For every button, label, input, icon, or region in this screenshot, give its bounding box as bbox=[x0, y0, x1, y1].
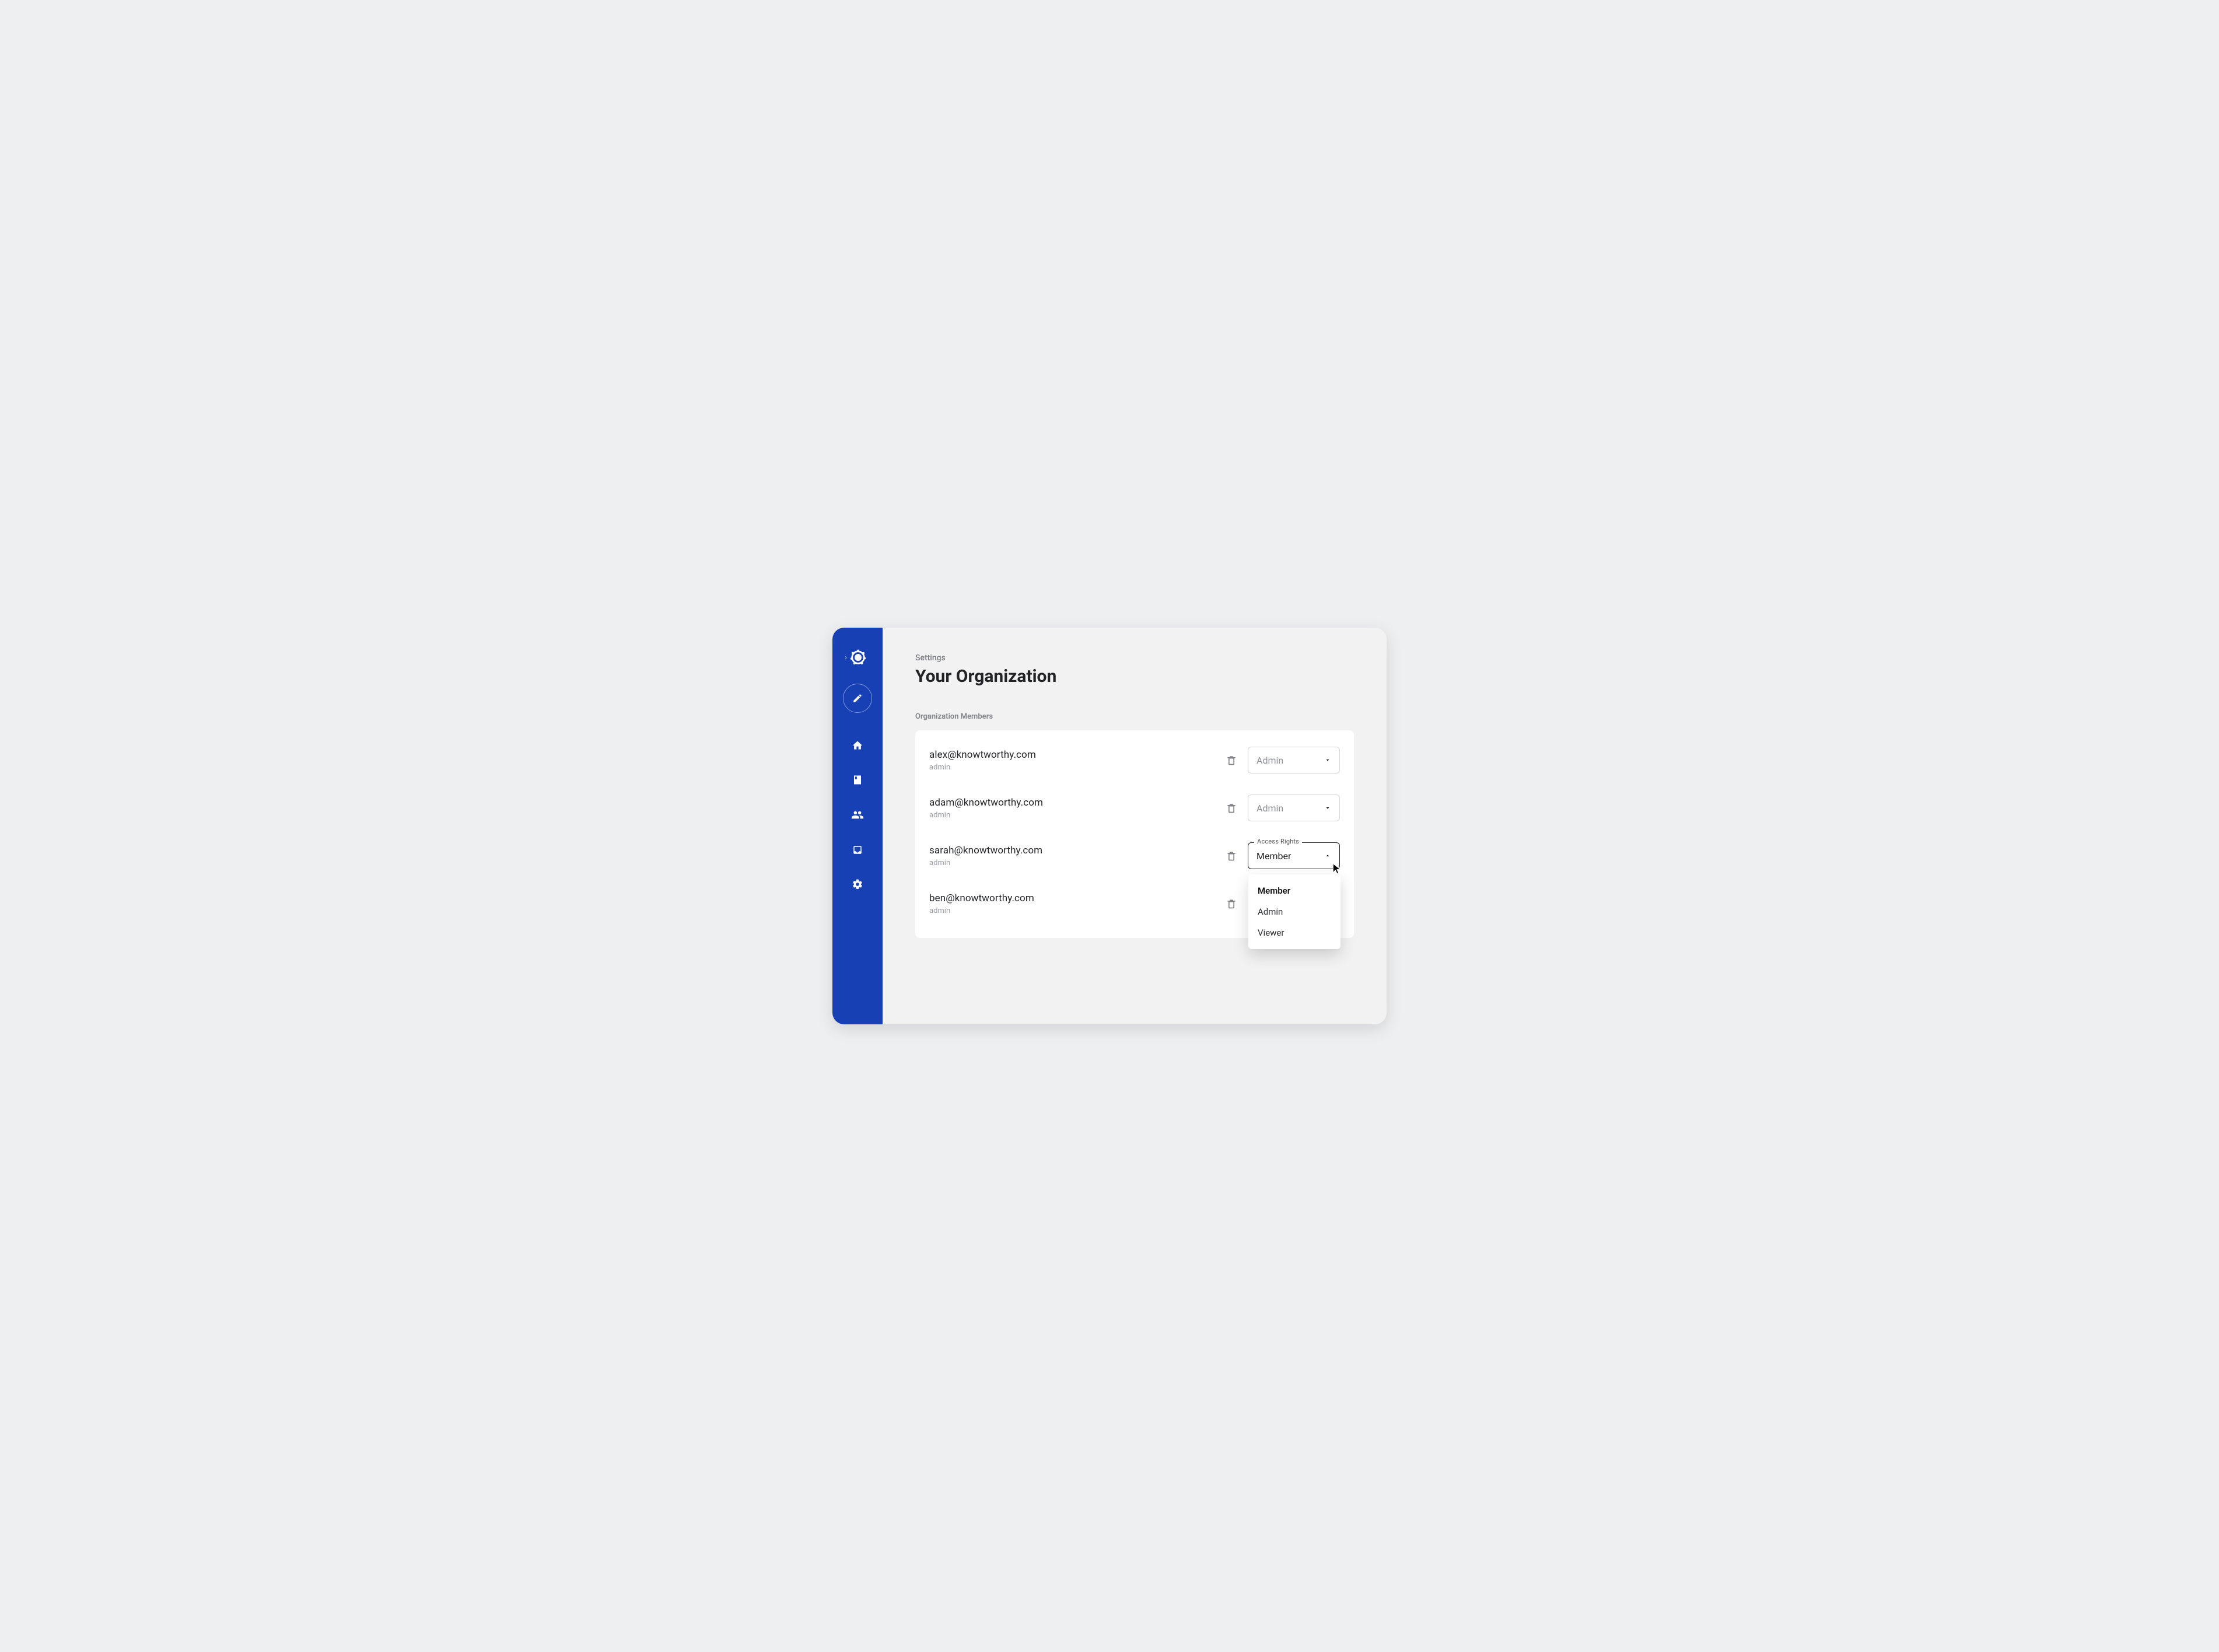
delete-member-button[interactable] bbox=[1223, 848, 1240, 864]
trash-icon bbox=[1226, 754, 1237, 766]
member-email: sarah@knowtworthy.com bbox=[929, 845, 1215, 856]
sidebar: › bbox=[832, 628, 883, 1024]
people-icon bbox=[851, 808, 864, 821]
dropdown-option[interactable]: Viewer bbox=[1248, 922, 1340, 943]
select-floating-label: Access Rights bbox=[1254, 838, 1302, 845]
trash-icon bbox=[1226, 850, 1237, 862]
sidebar-logo[interactable]: › bbox=[848, 649, 867, 666]
delete-member-button[interactable] bbox=[1223, 800, 1240, 816]
member-row: adam@knowtworthy.com admin Admin bbox=[929, 784, 1340, 832]
member-email: ben@knowtworthy.com bbox=[929, 892, 1215, 904]
member-subrole: admin bbox=[929, 811, 1215, 820]
inbox-icon bbox=[852, 845, 863, 855]
trash-icon bbox=[1226, 802, 1237, 814]
dropdown-option[interactable]: Admin bbox=[1248, 901, 1340, 922]
chevron-down-icon bbox=[1324, 757, 1331, 764]
gear-icon bbox=[852, 878, 863, 890]
chevron-up-icon bbox=[1324, 852, 1331, 859]
trash-icon bbox=[1226, 898, 1237, 909]
sidebar-item-notes[interactable] bbox=[852, 775, 863, 785]
sidebar-item-inbox[interactable] bbox=[852, 845, 863, 855]
delete-member-button[interactable] bbox=[1223, 752, 1240, 768]
delete-member-button[interactable] bbox=[1223, 895, 1240, 912]
member-subrole: admin bbox=[929, 907, 1215, 915]
members-list: alex@knowtworthy.com admin Admin adam@kn… bbox=[915, 730, 1354, 938]
sidebar-nav bbox=[851, 740, 864, 890]
member-subrole: admin bbox=[929, 763, 1215, 772]
member-email: adam@knowtworthy.com bbox=[929, 797, 1215, 808]
member-row: sarah@knowtworthy.com admin Access Right… bbox=[929, 832, 1340, 880]
role-select-value: Admin bbox=[1256, 803, 1324, 814]
book-icon bbox=[852, 775, 863, 785]
role-select[interactable]: Admin bbox=[1248, 747, 1340, 774]
logo-icon bbox=[849, 649, 867, 666]
role-select-value: Member bbox=[1256, 850, 1324, 862]
member-subrole: admin bbox=[929, 859, 1215, 867]
member-row: alex@knowtworthy.com admin Admin bbox=[929, 736, 1340, 784]
home-icon bbox=[852, 740, 863, 751]
breadcrumb: Settings bbox=[915, 653, 1354, 663]
role-select-value: Admin bbox=[1256, 755, 1324, 766]
compose-button[interactable] bbox=[843, 684, 872, 713]
role-select[interactable]: Admin bbox=[1248, 794, 1340, 821]
sidebar-item-settings[interactable] bbox=[852, 878, 863, 890]
member-email: alex@knowtworthy.com bbox=[929, 749, 1215, 761]
sidebar-item-home[interactable] bbox=[852, 740, 863, 751]
page-title: Your Organization bbox=[915, 666, 1354, 687]
dropdown-option[interactable]: Member bbox=[1248, 880, 1340, 901]
expand-caret-icon: › bbox=[845, 653, 847, 662]
pencil-icon bbox=[852, 693, 863, 704]
chevron-down-icon bbox=[1324, 804, 1331, 811]
sidebar-item-people[interactable] bbox=[851, 808, 864, 821]
role-dropdown: Member Admin Viewer bbox=[1248, 874, 1340, 949]
app-window: › bbox=[832, 628, 1387, 1024]
cursor-icon bbox=[1331, 863, 1343, 874]
section-label: Organization Members bbox=[915, 712, 1354, 721]
main-content: Settings Your Organization Organization … bbox=[883, 628, 1387, 1024]
role-select[interactable]: Access Rights Member Member Admin Viewer bbox=[1248, 842, 1340, 869]
